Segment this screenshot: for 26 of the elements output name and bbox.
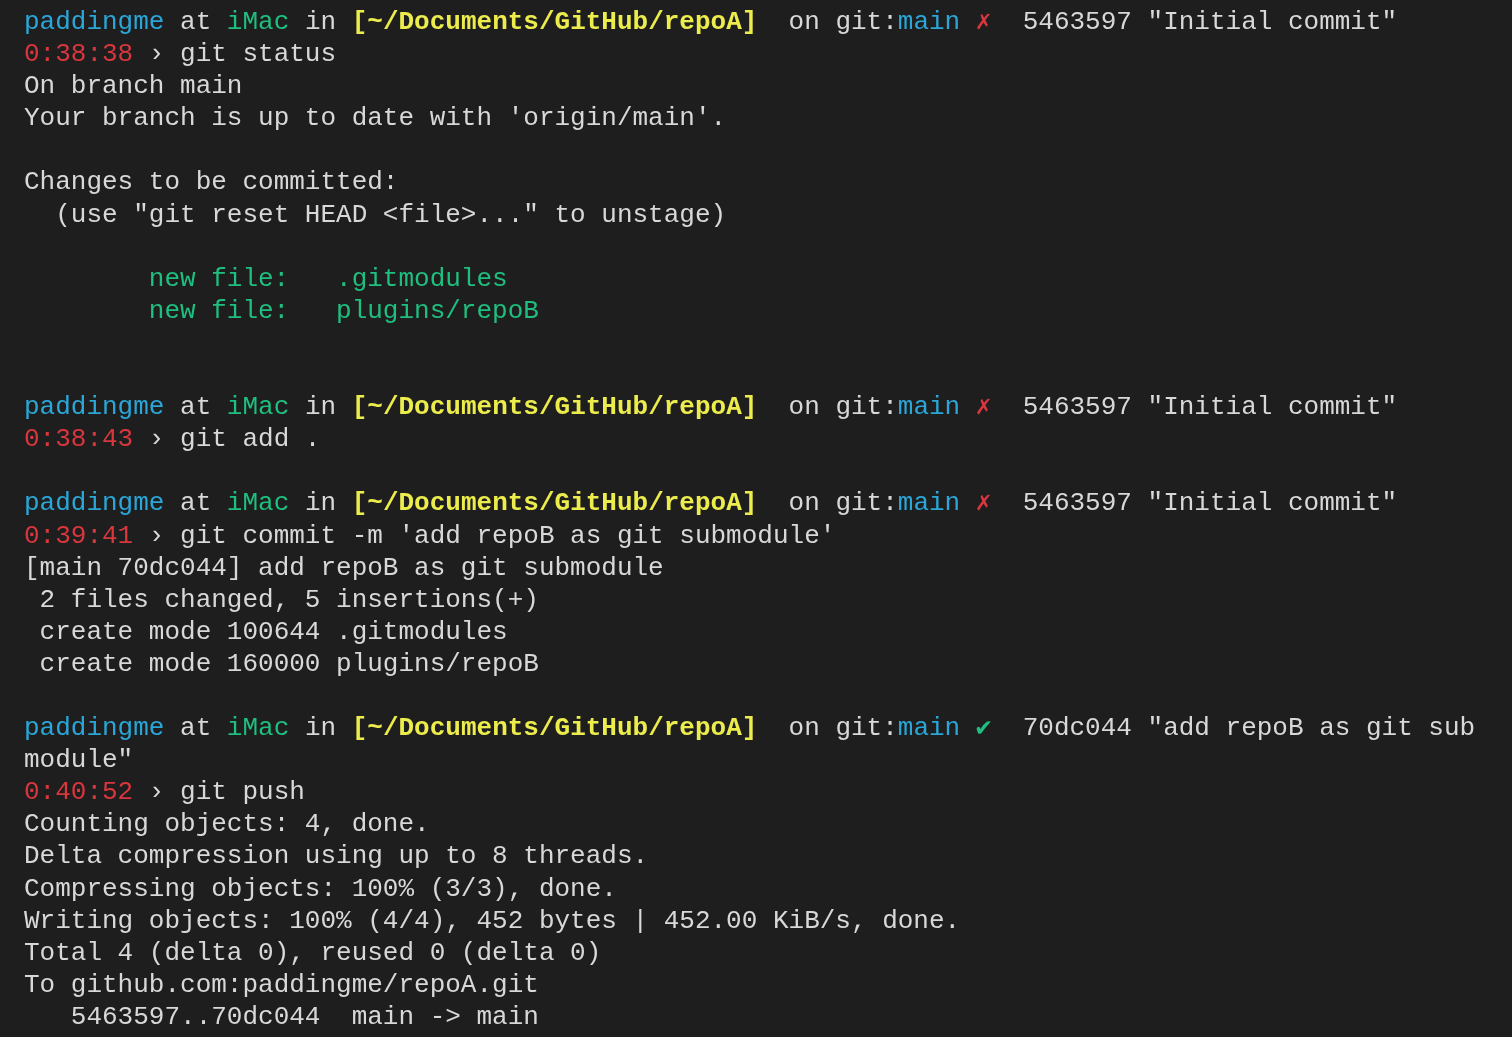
terminal-line: paddingme at iMac in [~/Documents/GitHub/repoA] on git:main ✔ 70dc044 "add repoB as git sub: [24, 713, 1476, 744]
terminal-line: create mode 160000 plugins/repoB: [38, 648, 539, 679]
terminal-line: 0:38:38 › git status: [24, 39, 337, 70]
terminal-line: Total 4 (delta 0), reused 0 (delta 0): [24, 937, 602, 968]
terminal-line: Compressing objects: 100% (3/3), done.: [24, 873, 617, 904]
terminal-line: paddingme at iMac in [~/Documents/GitHub/repoA] on git:main ✗ 5463597 "Initial commit": [24, 488, 1398, 519]
terminal-line: 2 files changed, 5 insertions(+): [38, 584, 539, 615]
terminal-line: 5463597..70dc044 main -> main: [69, 1001, 539, 1032]
terminal-line: On branch main: [24, 71, 243, 102]
terminal-line: [main 70dc044] add repoB as git submodule: [24, 552, 664, 583]
terminal-line: new file: plugins/repoB: [148, 295, 539, 326]
terminal-line: 0:39:41 › git commit -m 'add repoB as git submodule': [24, 520, 836, 551]
terminal-line: 0:40:52 › git push: [24, 777, 305, 808]
terminal-line: paddingme at iMac in [~/Documents/GitHub/repoA] on git:main ✗ 5463597 "Initial commit": [24, 7, 1398, 37]
terminal-line: module": [24, 745, 134, 776]
terminal-line: new file: .gitmodules: [148, 263, 508, 294]
terminal-line: Your branch is up to date with 'origin/main'.: [24, 103, 727, 134]
terminal-line: Delta compression using up to 8 threads.: [24, 841, 649, 872]
terminal-line: Writing objects: 100% (4/4), 452 bytes | 452.00 KiB/s, done.: [24, 905, 961, 936]
terminal-line: Counting objects: 4, done.: [24, 809, 430, 840]
terminal-line: 0:38:43 › git add .: [24, 424, 321, 455]
terminal-line: (use "git reset HEAD <file>..." to unstage): [54, 199, 727, 230]
terminal-line: To github.com:paddingme/repoA.git: [24, 969, 539, 1000]
terminal-line: Changes to be committed:: [24, 167, 399, 198]
terminal-line: create mode 100644 .gitmodules: [38, 616, 508, 647]
terminal-line: paddingme at iMac in [~/Documents/GitHub/repoA] on git:main ✗ 5463597 "Initial commit": [24, 392, 1398, 423]
